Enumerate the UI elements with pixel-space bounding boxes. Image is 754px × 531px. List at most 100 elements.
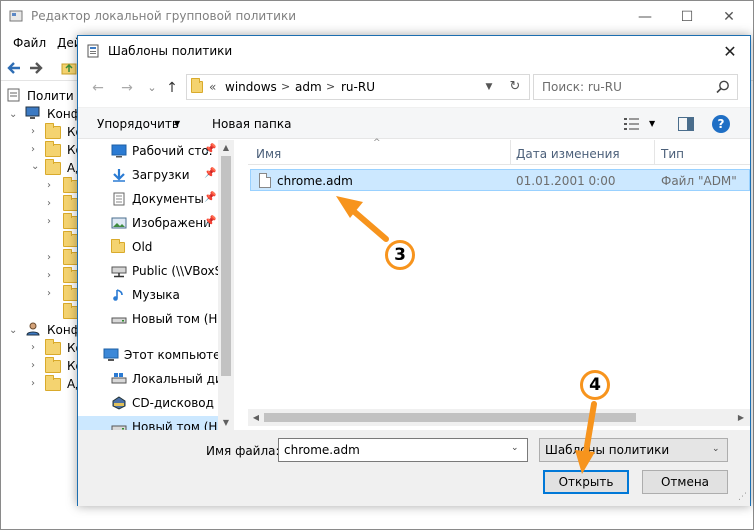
- chevron-right-icon[interactable]: ›: [31, 361, 41, 371]
- file-type: Файл "ADM": [661, 174, 737, 188]
- filename-label: Имя файла:: [206, 444, 280, 458]
- nav-item-old[interactable]: Old: [78, 236, 218, 258]
- file-row-chrome-adm[interactable]: chrome.adm 01.01.2001 0:00 Файл "ADM": [250, 169, 750, 191]
- breadcrumb-overflow[interactable]: «: [209, 80, 216, 94]
- refresh-icon[interactable]: ↻: [505, 78, 525, 96]
- breadcrumb-windows[interactable]: windows: [225, 80, 277, 94]
- pin-icon[interactable]: 📌: [204, 216, 216, 227]
- computer-icon: [103, 348, 119, 361]
- recent-locations-button[interactable]: ⌄: [143, 79, 161, 97]
- cancel-button[interactable]: Отмена: [642, 470, 728, 494]
- back-arrow-icon[interactable]: [6, 60, 22, 76]
- resize-grip-icon[interactable]: ⋰: [738, 492, 747, 502]
- chevron-down-icon[interactable]: ⌄: [9, 110, 19, 120]
- chevron-right-icon[interactable]: ›: [31, 343, 41, 353]
- organize-button[interactable]: Упорядочить: [97, 117, 179, 131]
- search-input[interactable]: Поиск: ru-RU: [533, 74, 738, 100]
- back-button[interactable]: ←: [89, 79, 107, 97]
- chevron-right-icon[interactable]: ›: [31, 127, 41, 137]
- breadcrumb-separator[interactable]: >: [281, 80, 290, 93]
- drive-icon: [111, 425, 127, 430]
- scroll-left-icon[interactable]: ◀: [251, 413, 261, 423]
- dialog-close-button[interactable]: ✕: [720, 42, 740, 62]
- up-button[interactable]: ↑: [163, 79, 181, 97]
- chevron-down-icon[interactable]: ▼: [649, 119, 655, 128]
- column-date[interactable]: Дата изменения: [516, 147, 620, 161]
- breadcrumb-adm[interactable]: adm: [295, 80, 322, 94]
- minimize-icon[interactable]: —: [635, 7, 655, 27]
- maximize-icon[interactable]: ☐: [677, 7, 697, 27]
- close-icon[interactable]: ✕: [719, 7, 739, 27]
- column-separator[interactable]: [654, 140, 655, 165]
- scroll-up-icon[interactable]: ▲: [221, 143, 231, 153]
- chevron-right-icon[interactable]: ›: [31, 379, 41, 389]
- chevron-down-icon[interactable]: ▼: [174, 119, 180, 128]
- view-options-icon[interactable]: [623, 117, 641, 131]
- tree-subfolder[interactable]: [47, 303, 81, 321]
- chevron-right-icon[interactable]: ›: [47, 253, 57, 263]
- scroll-right-icon[interactable]: ▶: [736, 413, 746, 423]
- nav-item-local-disk[interactable]: Локальный дис: [78, 368, 229, 390]
- breadcrumb-separator[interactable]: >: [326, 80, 335, 93]
- nav-item-public-share[interactable]: Public (\\VBoxSv: [78, 260, 229, 282]
- search-icon[interactable]: [715, 79, 731, 95]
- address-bar[interactable]: « windows > adm > ru-RU ▼ ↻: [186, 74, 530, 100]
- chevron-right-icon[interactable]: ›: [31, 145, 41, 155]
- nav-item-this-pc[interactable]: Этот компьютер: [78, 344, 228, 366]
- chevron-right-icon[interactable]: ›: [47, 199, 57, 209]
- scrollbar-thumb[interactable]: [221, 156, 231, 376]
- chevron-right-icon[interactable]: ›: [47, 217, 57, 227]
- help-icon[interactable]: ?: [712, 115, 730, 133]
- breadcrumb-ru-ru[interactable]: ru-RU: [341, 80, 375, 94]
- nav-item-new-volume-h[interactable]: Новый том (H:): [78, 308, 226, 330]
- filename-input[interactable]: chrome.adm ⌄: [278, 438, 528, 462]
- file-date: 01.01.2001 0:00: [516, 174, 616, 188]
- preview-pane-icon[interactable]: [678, 117, 694, 131]
- tree-subfolder[interactable]: ›: [47, 213, 81, 231]
- column-separator[interactable]: [510, 140, 511, 165]
- open-button[interactable]: Открыть: [543, 470, 629, 494]
- chevron-right-icon[interactable]: ›: [47, 181, 57, 191]
- forward-arrow-icon[interactable]: [28, 60, 44, 76]
- nav-item-cd-drive[interactable]: CD-дисковод (E: [78, 392, 230, 414]
- dialog-titlebar: Шаблоны политики ✕: [78, 36, 750, 67]
- nav-item-downloads[interactable]: Загрузки 📌: [78, 164, 218, 186]
- chevron-down-icon[interactable]: ⌄: [511, 443, 519, 453]
- filetype-select[interactable]: Шаблоны политики ⌄: [539, 438, 728, 462]
- tree-subfolder[interactable]: ›: [47, 195, 81, 213]
- forward-button[interactable]: →: [118, 79, 136, 97]
- dialog-footer: Имя файла: chrome.adm ⌄ Шаблоны политики…: [78, 430, 750, 506]
- chevron-right-icon[interactable]: ›: [47, 289, 57, 299]
- folder-icon: [45, 159, 61, 175]
- pin-icon[interactable]: 📌: [204, 168, 216, 179]
- scrollbar-thumb[interactable]: [264, 413, 636, 422]
- column-name[interactable]: Имя: [256, 147, 281, 161]
- navigation-scrollbar[interactable]: ▲ ▼: [218, 140, 234, 430]
- scroll-down-icon[interactable]: ▼: [221, 418, 231, 428]
- tree-subfolder[interactable]: ›: [47, 249, 81, 267]
- chevron-down-icon[interactable]: ⌄: [9, 326, 19, 336]
- nav-item-desktop[interactable]: Рабочий сто. 📌: [78, 140, 218, 162]
- chevron-down-icon[interactable]: ⌄: [31, 162, 41, 172]
- folder-icon: [191, 78, 203, 93]
- nav-item-new-volume-h-2[interactable]: Новый том (H:): [78, 416, 226, 430]
- chevron-right-icon[interactable]: ›: [47, 271, 57, 281]
- file-name: chrome.adm: [277, 174, 353, 188]
- tree-subfolder[interactable]: [47, 231, 81, 249]
- nav-item-music[interactable]: Музыка: [78, 284, 218, 306]
- tree-subfolder[interactable]: ›: [47, 177, 81, 195]
- address-dropdown-icon[interactable]: ▼: [482, 79, 496, 95]
- tree-subfolder[interactable]: ›: [47, 285, 81, 303]
- chevron-down-icon[interactable]: ⌄: [712, 444, 720, 454]
- tree-subfolder[interactable]: ›: [47, 267, 81, 285]
- pin-icon[interactable]: 📌: [204, 192, 216, 203]
- new-folder-button[interactable]: Новая папка: [212, 117, 291, 131]
- pin-icon[interactable]: 📌: [204, 144, 216, 155]
- menu-file[interactable]: Файл: [13, 36, 46, 50]
- drive-icon: [111, 373, 127, 384]
- nav-item-pictures[interactable]: Изображени 📌: [78, 212, 218, 234]
- column-type[interactable]: Тип: [661, 147, 684, 161]
- up-folder-icon[interactable]: [61, 60, 77, 76]
- horizontal-scrollbar[interactable]: ◀ ▶: [248, 409, 750, 426]
- nav-item-documents[interactable]: Документы 📌: [78, 188, 218, 210]
